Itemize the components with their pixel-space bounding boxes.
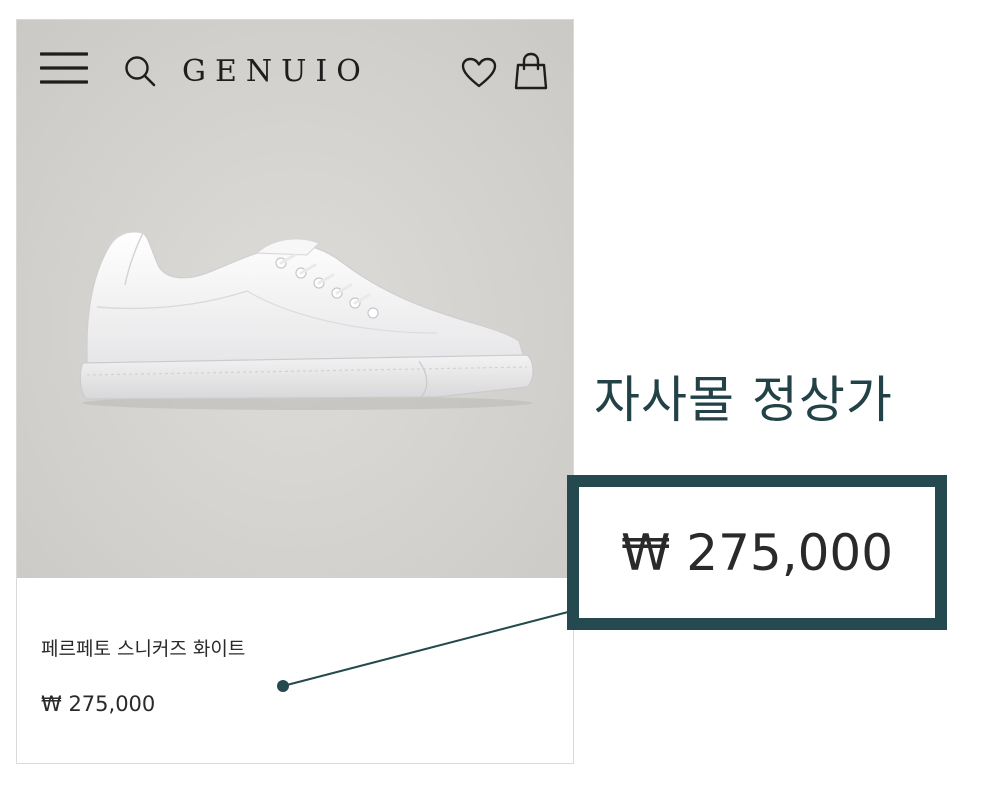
product-price: ₩ 275,000 xyxy=(41,692,156,716)
callout-price-box: ₩ 275,000 xyxy=(567,475,947,630)
search-icon[interactable] xyxy=(123,54,157,88)
mobile-product-card: GENUIO 페르페토 스니커즈 화이트 ₩ 275,000 xyxy=(16,19,574,764)
callout-title: 자사몰 정상가 xyxy=(594,371,893,429)
callout-price: ₩ 275,000 xyxy=(620,523,894,582)
product-hero-image-area[interactable]: GENUIO xyxy=(17,20,573,578)
heart-icon[interactable] xyxy=(461,57,497,89)
brand-logo[interactable]: GENUIO xyxy=(182,52,422,92)
sneaker-product-image xyxy=(79,230,534,410)
bag-icon[interactable] xyxy=(514,52,548,90)
product-name[interactable]: 페르페토 스니커즈 화이트 xyxy=(41,634,245,661)
menu-icon[interactable] xyxy=(40,50,88,86)
